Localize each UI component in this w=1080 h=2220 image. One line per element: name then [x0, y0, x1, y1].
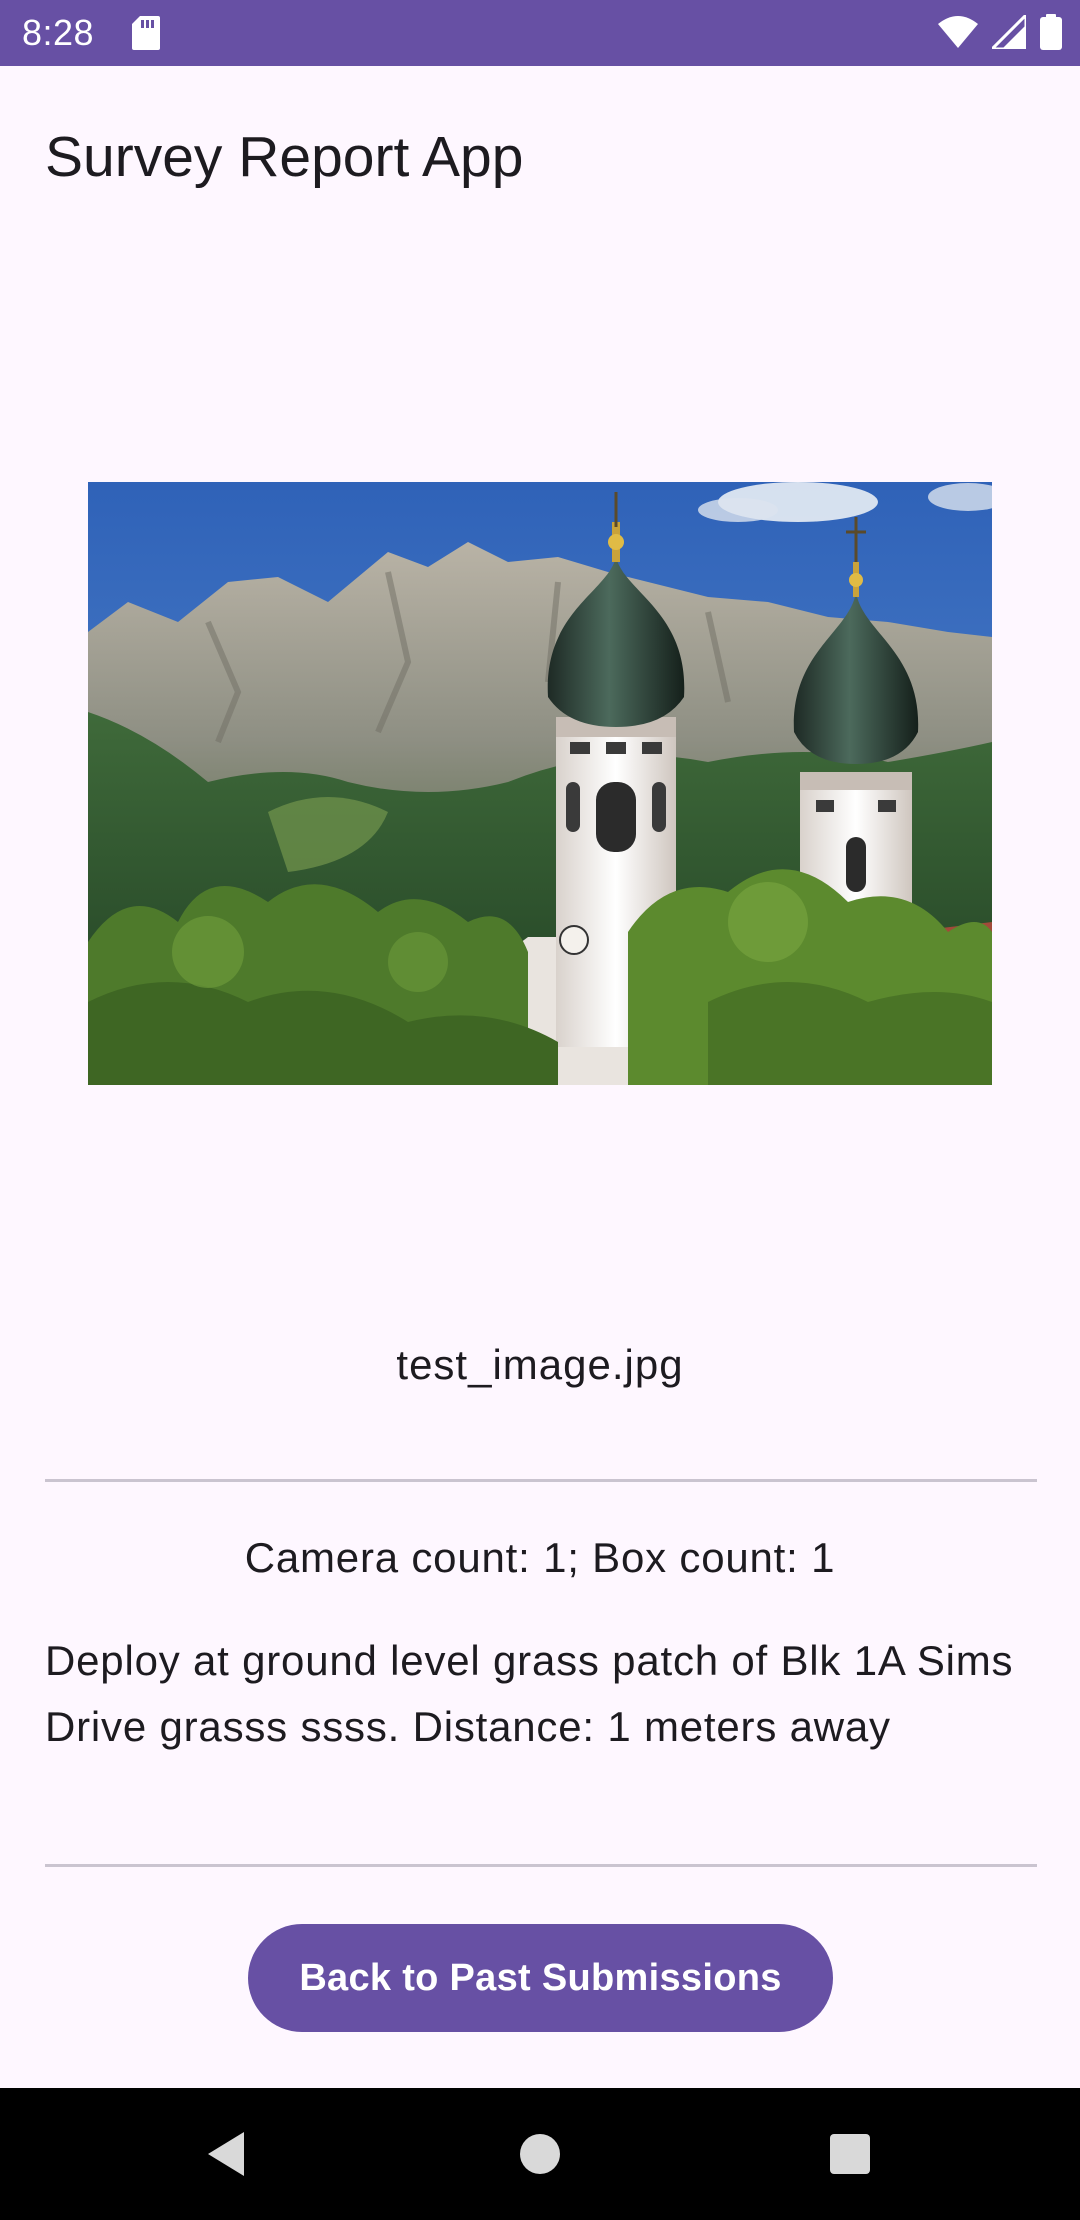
battery-icon [1040, 14, 1062, 55]
status-bar: 8:28 [0, 0, 1080, 66]
divider-bottom [45, 1864, 1037, 1867]
recents-icon[interactable] [790, 2088, 910, 2220]
back-icon[interactable] [166, 2088, 286, 2220]
deployment-description: Deploy at ground level grass patch of Bl… [45, 1637, 1014, 1750]
divider-top [45, 1479, 1037, 1482]
survey-photo-drawing [88, 482, 992, 1085]
wifi-icon [938, 16, 978, 53]
page-title: Survey Report App [45, 125, 524, 189]
system-nav-bar [0, 2088, 1080, 2220]
home-icon[interactable] [480, 2088, 600, 2220]
image-filename: test_image.jpg [396, 1341, 684, 1388]
sd-card-icon [132, 16, 160, 55]
counts-text: Camera count: 1; Box count: 1 [244, 1534, 836, 1581]
status-time: 8:28 [22, 12, 95, 53]
back-to-past-submissions-button[interactable]: Back to Past Submissions [248, 1924, 833, 2032]
survey-photo [88, 482, 992, 1085]
status-icons [938, 11, 1062, 55]
signal-icon [988, 11, 1028, 54]
